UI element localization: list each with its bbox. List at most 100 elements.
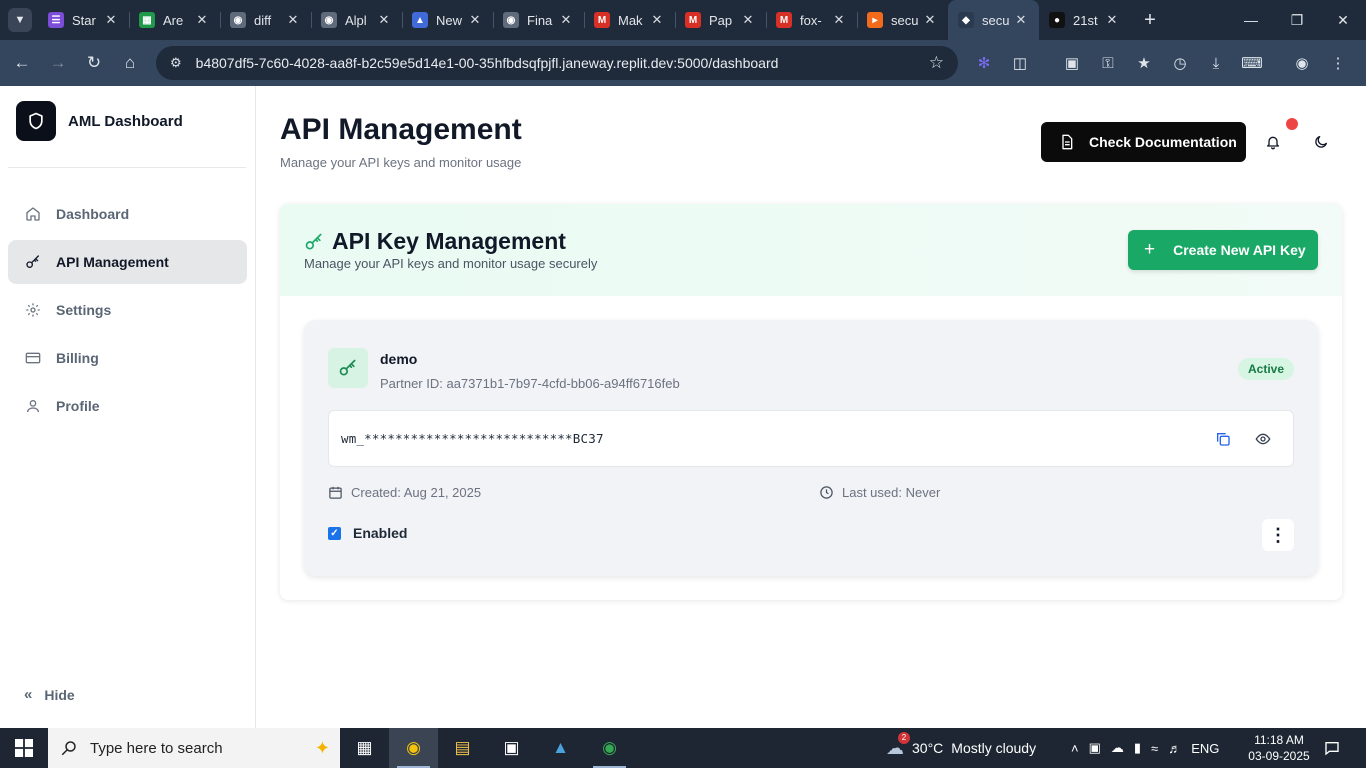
translate-icon[interactable]: ⌨ — [1234, 54, 1270, 72]
hide-sidebar-button[interactable]: « Hide — [24, 686, 75, 703]
terminal-app-icon[interactable]: ▣ — [487, 728, 536, 768]
language-indicator[interactable]: ENG — [1191, 741, 1219, 756]
api-key-field: wm_***************************BC37 — [328, 410, 1294, 467]
download-icon[interactable]: ⤓ — [1198, 55, 1234, 72]
tab-title: diff — [254, 12, 272, 28]
sidebar-item-profile[interactable]: Profile — [8, 384, 247, 428]
browser-tab[interactable]: Mfox- ✕ — [766, 0, 857, 40]
masked-key-value: wm_***************************BC37 — [341, 431, 604, 446]
extension-icon[interactable]: ✻ — [966, 54, 1002, 72]
chrome-profile-app-icon[interactable]: ◉ — [585, 728, 634, 768]
browser-tab[interactable]: M Mak ✕ — [584, 0, 675, 40]
close-icon[interactable]: ✕ — [194, 12, 210, 28]
url-text[interactable]: b4807df5-7c60-4028-aa8f-b2c59e5d14e1-00-… — [196, 55, 929, 71]
browser-tab[interactable]: ● 21st ✕ — [1039, 0, 1130, 40]
panel-title-text: API Key Management — [332, 228, 566, 254]
theme-toggle-moon-icon[interactable] — [1310, 131, 1332, 153]
close-icon[interactable]: ✕ — [285, 12, 301, 28]
close-icon[interactable]: ✕ — [1104, 12, 1120, 28]
browser-tab[interactable]: M Pap ✕ — [675, 0, 766, 40]
close-icon[interactable]: ✕ — [467, 12, 483, 28]
tab-strip: ☰ Star ✕ ▦ Are ✕ ◉ diff ✕ ◉ Alpl ✕ ▲ New ✕ ◉ Fina ✕ M Mak ✕ M… — [38, 0, 1130, 40]
key-name: demo — [380, 351, 418, 367]
eye-icon[interactable] — [1255, 431, 1273, 449]
close-icon[interactable]: ✕ — [103, 12, 119, 28]
check-documentation-button[interactable]: Check Documentation — [1041, 122, 1246, 162]
weather-widget[interactable]: ☁ 2 30°C Mostly cloudy — [886, 728, 1036, 768]
puzzle-icon[interactable]: ◫ — [1002, 54, 1038, 72]
browser-menu-icon[interactable]: ⋮ — [1320, 54, 1356, 72]
browser-tab[interactable]: ▲ New ✕ — [402, 0, 493, 40]
copy-icon[interactable] — [1215, 431, 1233, 449]
notification-bell-icon[interactable] — [1262, 131, 1284, 153]
sidebar-item-api-management[interactable]: API Management — [8, 240, 247, 284]
home-button[interactable]: ⌂ — [112, 45, 148, 81]
site-info-icon[interactable]: ⚙ — [170, 55, 182, 71]
close-icon[interactable]: ✕ — [831, 12, 847, 28]
sidebar-item-billing[interactable]: Billing — [8, 336, 247, 380]
panel-subtitle: Manage your API keys and monitor usage s… — [304, 256, 598, 271]
sidebar-item-dashboard[interactable]: Dashboard — [8, 192, 247, 236]
replit-icon: ▲ — [412, 12, 428, 28]
password-key-icon[interactable]: ⚿ — [1090, 55, 1126, 72]
create-api-key-button[interactable]: + Create New API Key — [1128, 230, 1318, 270]
browser-tab[interactable]: ◉ Alpl ✕ — [311, 0, 402, 40]
panel-title: API Key Management — [304, 228, 566, 255]
tab-title: Alpl — [345, 12, 367, 28]
new-tab-button[interactable]: + — [1136, 6, 1164, 34]
browser-tab[interactable]: ◉ Fina ✕ — [493, 0, 584, 40]
status-badge: Active — [1238, 358, 1295, 380]
browser-tab[interactable]: ◆ secu ✕ — [948, 0, 1039, 40]
close-icon[interactable]: ✕ — [376, 12, 392, 28]
history-icon[interactable]: ◷ — [1162, 54, 1198, 72]
notification-center-icon[interactable] — [1322, 738, 1342, 758]
clock[interactable]: 11:18 AM 03-09-2025 — [1246, 732, 1312, 764]
clock-time: 11:18 AM — [1254, 733, 1304, 747]
more-options-button[interactable]: ⋮ — [1262, 519, 1294, 551]
wifi-icon[interactable]: ≈ — [1151, 741, 1158, 756]
taskbar-search-box[interactable]: Type here to search ✦ — [48, 728, 340, 768]
tab-title: Mak — [618, 12, 643, 28]
photos-app-icon[interactable]: ▲ — [536, 728, 585, 768]
meet-icon[interactable]: ▣ — [1089, 740, 1101, 756]
created-info: Created: Aug 21, 2025 — [328, 485, 481, 500]
battery-icon[interactable]: ▮ — [1134, 740, 1141, 756]
screenshot-icon[interactable]: ▣ — [1054, 54, 1090, 72]
windows-start-icon[interactable] — [0, 728, 48, 768]
close-icon[interactable]: ✕ — [922, 12, 938, 28]
volume-icon[interactable]: ♬ — [1168, 741, 1181, 756]
favorites-icon[interactable]: ★ — [1126, 54, 1162, 72]
last-used-info: Last used: Never — [819, 485, 940, 500]
browser-tab[interactable]: ▸ secu ✕ — [857, 0, 948, 40]
close-icon[interactable]: ✕ — [740, 12, 756, 28]
minimize-button[interactable]: — — [1228, 0, 1274, 40]
close-window-button[interactable]: ✕ — [1320, 0, 1366, 40]
enabled-toggle[interactable]: ✓ Enabled — [328, 525, 407, 541]
browser-tab[interactable]: ◉ diff ✕ — [220, 0, 311, 40]
tab-search-button[interactable]: ▼ — [8, 8, 32, 32]
close-icon[interactable]: ✕ — [649, 12, 665, 28]
file-explorer-icon[interactable]: ▤ — [438, 728, 487, 768]
hide-label: Hide — [44, 686, 75, 703]
back-button[interactable]: ← — [4, 45, 40, 81]
plus-icon: + — [1144, 239, 1156, 260]
bookmark-star-icon[interactable]: ☆ — [929, 53, 944, 73]
chrome-app-icon[interactable]: ◉ — [389, 728, 438, 768]
network-status-icon[interactable]: ☁ — [1111, 740, 1124, 756]
browser-tab[interactable]: ☰ Star ✕ — [38, 0, 129, 40]
clock-icon — [819, 485, 834, 500]
notification-dot — [1286, 118, 1298, 130]
close-icon[interactable]: ✕ — [558, 12, 574, 28]
calendar-icon — [328, 485, 343, 500]
forward-button[interactable]: → — [40, 45, 76, 81]
close-icon[interactable]: ✕ — [1013, 12, 1029, 28]
browser-tab[interactable]: ▦ Are ✕ — [129, 0, 220, 40]
enabled-checkbox[interactable]: ✓ — [328, 526, 341, 540]
profile-avatar-icon[interactable]: ◉ — [1284, 54, 1320, 72]
chevron-up-icon[interactable]: ˄ — [1071, 741, 1079, 756]
address-bar[interactable]: ⚙ b4807df5-7c60-4028-aa8f-b2c59e5d14e1-0… — [156, 46, 958, 80]
task-view-icon[interactable]: ▦ — [340, 728, 389, 768]
reload-button[interactable]: ↻ — [76, 45, 112, 81]
sidebar-item-settings[interactable]: Settings — [8, 288, 247, 332]
restore-button[interactable]: ❐ — [1274, 0, 1320, 40]
